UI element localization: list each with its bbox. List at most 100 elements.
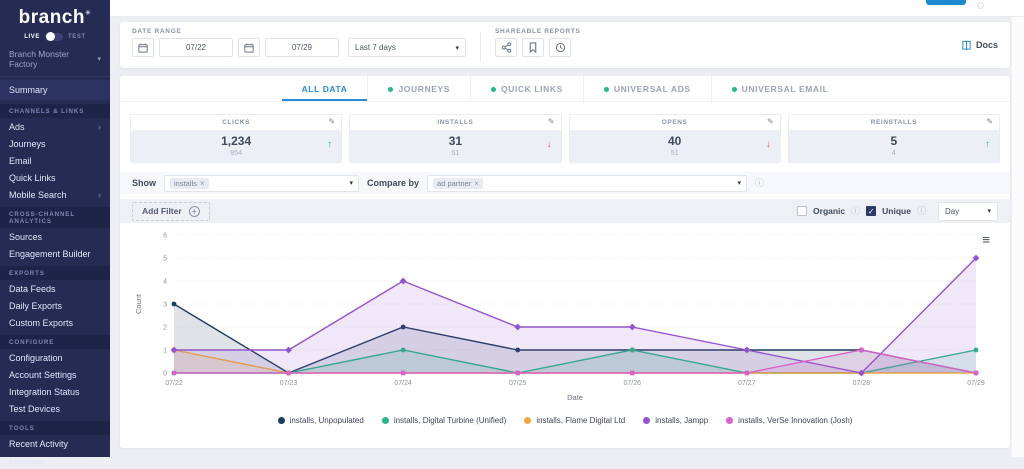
- sidebar-item-test-devices[interactable]: Test Devices: [0, 400, 110, 417]
- organic-checkbox[interactable]: [797, 206, 807, 216]
- sidebar-item-email[interactable]: Email: [0, 152, 110, 169]
- chart-legend: installs, Unpopulated installs, Digital T…: [130, 416, 1000, 425]
- shareable-reports-label: SHAREABLE REPORTS: [495, 28, 581, 35]
- docs-link[interactable]: Docs: [961, 40, 998, 51]
- sprout-icon: ✳: [85, 10, 91, 17]
- sidebar-sections: CHANNELS & LINKSAds› Journeys Email Quick L…: [0, 104, 110, 469]
- add-filter-button[interactable]: Add Filter +: [132, 202, 210, 221]
- sidebar-item-mobile-search[interactable]: Mobile Search›: [0, 186, 110, 203]
- sidebar-item-summary[interactable]: Summary: [0, 80, 110, 100]
- calendar-icon[interactable]: [238, 38, 260, 57]
- date-preset-value: Last 7 days: [355, 43, 396, 52]
- tab-all-data[interactable]: ALL DATA: [282, 76, 368, 101]
- tab-universal-email[interactable]: UNIVERSAL EMAIL: [711, 76, 849, 101]
- info-icon[interactable]: ⓘ: [917, 207, 926, 216]
- legend-label: installs, Unpopulated: [290, 416, 364, 425]
- edit-pencil-icon[interactable]: ✎: [329, 117, 336, 126]
- sidebar-section-title: CHANNELS & LINKS: [0, 104, 110, 118]
- svg-text:07/27: 07/27: [738, 380, 756, 387]
- show-value: installs: [174, 179, 197, 188]
- calendar-icon[interactable]: [132, 38, 154, 57]
- legend-color-dot-icon: [382, 417, 389, 424]
- docs-label: Docs: [976, 40, 998, 50]
- sidebar-item-recent-activity[interactable]: Recent Activity: [0, 435, 110, 452]
- metric-card-clicks: CLICKS✎1,234954↑: [130, 114, 342, 163]
- date-preset-select[interactable]: Last 7 days ▾: [348, 38, 466, 57]
- metric-previous-value: 4: [789, 150, 999, 157]
- info-icon[interactable]: ⓘ: [851, 207, 860, 216]
- sidebar-item-label: Account Settings: [9, 370, 77, 380]
- metric-card-installs: INSTALLS✎3151↓: [349, 114, 561, 163]
- sidebar-item-label: Integration Status: [9, 387, 80, 397]
- tab-quick-links[interactable]: QUICK LINKS: [470, 76, 583, 101]
- metric-value: 1,234: [131, 134, 341, 148]
- tab-label: UNIVERSAL ADS: [614, 84, 691, 94]
- chart-menu-icon[interactable]: ≡: [982, 233, 990, 246]
- sidebar-item-label: Quick Links: [9, 173, 56, 183]
- compare-by-label: Compare by: [367, 178, 419, 188]
- date-from-input[interactable]: 07/22: [159, 38, 233, 57]
- tab-universal-ads[interactable]: UNIVERSAL ADS: [583, 76, 711, 101]
- plus-icon: +: [189, 206, 200, 217]
- legend-color-dot-icon: [643, 417, 650, 424]
- branch-logo: branch✳: [0, 0, 110, 29]
- granularity-select[interactable]: Day ▾: [938, 202, 998, 221]
- history-icon[interactable]: [549, 38, 571, 57]
- show-compare-row: Show installs× ▾ Compare by ad partner× …: [120, 172, 1010, 194]
- tab-label: UNIVERSAL EMAIL: [742, 84, 829, 94]
- metric-value: 31: [350, 134, 560, 148]
- legend-item-installs-jampp[interactable]: installs, Jampp: [643, 416, 708, 425]
- sidebar-item-label: Data Feeds: [9, 284, 56, 294]
- share-icon[interactable]: [495, 38, 517, 57]
- top-strip: [110, 0, 1024, 17]
- remove-chip-icon[interactable]: ×: [200, 179, 205, 188]
- live-test-toggle[interactable]: [45, 33, 63, 41]
- sidebar-item-data-feeds[interactable]: Data Feeds: [0, 280, 110, 297]
- bookmark-icon[interactable]: [522, 38, 544, 57]
- show-select[interactable]: installs× ▾: [164, 175, 359, 192]
- info-icon[interactable]: ⓘ: [755, 179, 764, 188]
- metric-card-header: CLICKS✎: [131, 115, 341, 130]
- legend-item-installs-flame-digital-ltd[interactable]: installs, Flame Digital Ltd: [524, 416, 625, 425]
- scrollbar-track[interactable]: [1011, 17, 1024, 457]
- edit-pencil-icon[interactable]: ✎: [986, 117, 993, 126]
- sidebar-item-quick-links[interactable]: Quick Links: [0, 169, 110, 186]
- edit-pencil-icon[interactable]: ✎: [548, 117, 555, 126]
- sidebar-item-label: Liveview: [9, 456, 44, 466]
- topnav-active-indicator[interactable]: [926, 0, 966, 5]
- avatar[interactable]: [977, 2, 984, 9]
- org-selector[interactable]: Branch Monster Factory ▾: [0, 41, 110, 77]
- sidebar-item-liveview[interactable]: Liveview: [0, 452, 110, 469]
- sidebar-item-integration-status[interactable]: Integration Status: [0, 383, 110, 400]
- legend-item-installs-digital-turbine-unified[interactable]: installs, Digital Turbine (Unified): [382, 416, 507, 425]
- sidebar-item-journeys[interactable]: Journeys: [0, 135, 110, 152]
- svg-text:2: 2: [163, 325, 167, 332]
- sidebar-item-engagement-builder[interactable]: Engagement Builder: [0, 245, 110, 262]
- trend-down-arrow-icon: ↓: [766, 139, 771, 150]
- report-tabs: ALL DATAJOURNEYSQUICK LINKS UNIVERSAL ADS…: [120, 76, 1010, 102]
- unique-label: Unique: [882, 206, 911, 216]
- edit-pencil-icon[interactable]: ✎: [767, 117, 774, 126]
- legend-item-installs-verse-innovation-josh[interactable]: installs, VerSe Innovation (Josh): [726, 416, 852, 425]
- legend-label: installs, Digital Turbine (Unified): [394, 416, 507, 425]
- sidebar-section-title: CROSS-CHANNEL ANALYTICS: [0, 207, 110, 228]
- sidebar-item-custom-exports[interactable]: Custom Exports: [0, 314, 110, 331]
- sidebar-item-account-settings[interactable]: Account Settings: [0, 366, 110, 383]
- sidebar-item-label: Journeys: [9, 139, 46, 149]
- svg-text:07/23: 07/23: [280, 380, 298, 387]
- date-to-input[interactable]: 07/29: [265, 38, 339, 57]
- sidebar-item-label: Sources: [9, 232, 42, 242]
- compare-value-chip: ad partner×: [433, 178, 483, 189]
- compare-by-select[interactable]: ad partner× ▾: [427, 175, 747, 192]
- shareable-reports-group: SHAREABLE REPORTS: [495, 28, 581, 57]
- legend-color-dot-icon: [278, 417, 285, 424]
- sidebar-item-sources[interactable]: Sources: [0, 228, 110, 245]
- unique-checkbox[interactable]: ✓: [866, 206, 876, 216]
- legend-item-installs-unpopulated[interactable]: installs, Unpopulated: [278, 416, 364, 425]
- remove-chip-icon[interactable]: ×: [474, 179, 479, 188]
- svg-text:07/24: 07/24: [394, 380, 412, 387]
- tab-journeys[interactable]: JOURNEYS: [367, 76, 470, 101]
- sidebar-item-configuration[interactable]: Configuration: [0, 349, 110, 366]
- sidebar-item-ads[interactable]: Ads›: [0, 118, 110, 135]
- sidebar-item-daily-exports[interactable]: Daily Exports: [0, 297, 110, 314]
